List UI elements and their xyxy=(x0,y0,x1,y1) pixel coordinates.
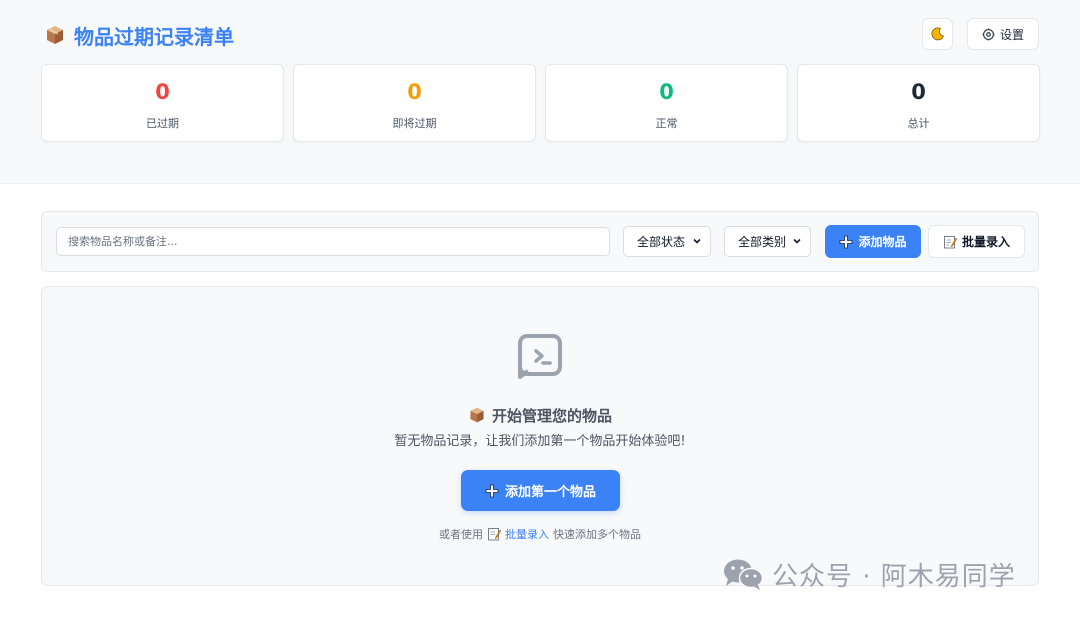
empty-state-title-text: 开始管理您的物品 xyxy=(491,406,612,425)
batch-entry-link[interactable]: 批量录入 xyxy=(505,526,549,542)
empty-state-subtitle: 暂无物品记录，让我们添加第一个物品开始体验吧! xyxy=(394,434,686,449)
page-title: 物品过期记录清单 xyxy=(74,24,234,49)
stat-label-expiring: 即将过期 xyxy=(392,117,437,130)
settings-button[interactable]: 设置 xyxy=(967,18,1039,50)
batch-hint: 或者使用 批量录入 快速添加多个物品 xyxy=(0,526,1080,542)
batch-entry-button[interactable]: 批量录入 xyxy=(928,225,1025,258)
stat-value-normal: 0 xyxy=(659,80,674,104)
stat-card-expiring: 0 即将过期 xyxy=(293,64,536,142)
wechat-icon xyxy=(724,559,764,590)
stat-label-expired: 已过期 xyxy=(146,117,179,130)
wechat-watermark: 公众号 · 阿木易同学 xyxy=(722,556,1016,592)
add-first-item-label: 添加第一个物品 xyxy=(504,485,596,500)
stat-label-normal: 正常 xyxy=(655,117,678,130)
search-input[interactable] xyxy=(56,227,610,256)
memo-icon xyxy=(488,528,501,541)
stat-card-expired: 0 已过期 xyxy=(41,64,284,142)
app-title: 物品过期记录清单 xyxy=(44,20,234,50)
status-filter-value: 全部状态 xyxy=(637,235,686,249)
stat-value-expiring: 0 xyxy=(407,80,422,104)
stat-value-total: 0 xyxy=(911,80,926,104)
add-first-item-button[interactable]: 添加第一个物品 xyxy=(461,470,620,511)
empty-inbox-icon xyxy=(518,334,562,379)
theme-toggle-button[interactable] xyxy=(922,18,953,50)
settings-label: 设置 xyxy=(999,27,1024,42)
stat-card-total: 0 总计 xyxy=(797,64,1040,142)
add-item-label: 添加物品 xyxy=(858,235,907,249)
watermark-text: 公众号 · 阿木易同学 xyxy=(772,561,1016,592)
package-icon xyxy=(468,406,486,424)
batch-entry-label: 批量录入 xyxy=(961,235,1010,249)
moon-icon xyxy=(931,27,944,41)
chevron-down-icon xyxy=(693,238,701,244)
hint-suffix: 快速添加多个物品 xyxy=(553,528,641,541)
empty-state-title: 开始管理您的物品 xyxy=(0,404,1080,426)
add-item-button[interactable]: 添加物品 xyxy=(825,225,921,258)
gear-icon xyxy=(982,27,995,41)
category-filter-value: 全部类别 xyxy=(738,235,787,249)
stat-label-total: 总计 xyxy=(907,117,930,130)
package-icon xyxy=(44,24,66,46)
memo-icon xyxy=(944,235,957,248)
stat-card-normal: 0 正常 xyxy=(545,64,788,142)
chevron-down-icon xyxy=(793,238,801,244)
stat-value-expired: 0 xyxy=(155,80,170,104)
plus-icon xyxy=(840,235,853,248)
category-filter-select[interactable]: 全部类别 xyxy=(724,226,811,257)
plus-icon xyxy=(485,484,499,497)
hint-prefix: 或者使用 xyxy=(439,528,483,541)
status-filter-select[interactable]: 全部状态 xyxy=(623,226,711,257)
